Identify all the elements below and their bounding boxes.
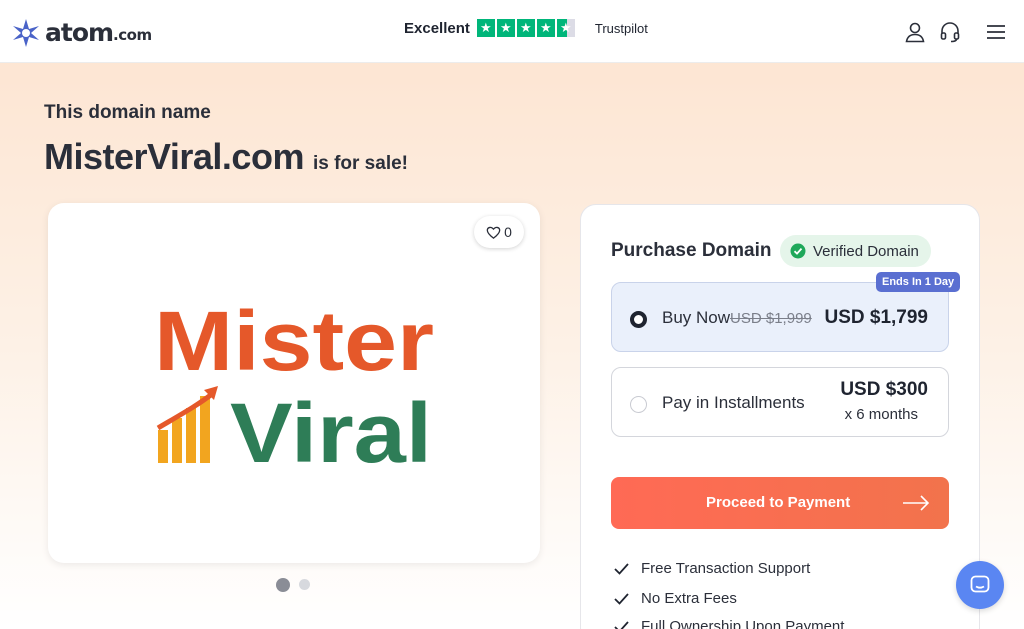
verified-label: Verified Domain <box>813 242 919 260</box>
star-icon: ★ <box>536 19 555 37</box>
trustpilot-brand: Trustpilot <box>594 20 648 36</box>
feature-label: Free Transaction Support <box>641 560 811 577</box>
old-price: USD $1,999 <box>730 310 812 327</box>
mister-viral-logo: Mister Viral <box>154 294 434 470</box>
brand-name: atom <box>45 18 114 47</box>
domain-name: MisterViral.com <box>44 136 304 177</box>
check-icon <box>614 563 629 575</box>
option-label: Buy NowUSD $1,999 <box>662 308 812 328</box>
atom-logo[interactable]: atom .com <box>11 16 152 50</box>
option-buy-now[interactable]: Buy NowUSD $1,999 USD $1,799 <box>611 282 949 352</box>
buy-now-price: USD $1,799 <box>824 307 928 328</box>
installments-label: Pay in Installments <box>662 393 805 412</box>
check-icon <box>614 593 629 605</box>
chat-icon <box>970 575 990 593</box>
half-star-icon: ★ <box>556 19 575 37</box>
proceed-label: Proceed to Payment <box>706 494 851 511</box>
installment-price: USD $300 <box>840 379 928 400</box>
user-icon[interactable] <box>904 21 926 43</box>
brand-tld: .com <box>113 26 152 44</box>
purchase-title: Purchase Domain <box>611 240 772 261</box>
chat-button[interactable] <box>956 561 1004 609</box>
carousel-dot[interactable] <box>299 579 310 590</box>
site-header: atom .com Excellent ★ ★ ★ ★ ★ Trustpilot <box>0 0 1024 63</box>
heart-icon <box>486 226 501 239</box>
like-button[interactable]: 0 <box>474 216 524 248</box>
trust-label: Excellent <box>404 19 470 37</box>
feature-item: No Extra Fees <box>613 590 737 607</box>
arrow-right-icon <box>903 495 930 511</box>
buy-now-label: Buy Now <box>662 308 731 327</box>
star-icon: ★ <box>476 19 495 37</box>
hero-subtitle: This domain name <box>44 102 211 123</box>
radio-selected[interactable] <box>630 311 647 328</box>
rating-stars: ★ ★ ★ ★ ★ <box>476 19 577 37</box>
installment-term: x 6 months <box>844 406 918 423</box>
star-icon: ★ <box>516 19 535 37</box>
star-icon: ★ <box>496 19 515 37</box>
carousel-dots <box>276 578 319 592</box>
feature-label: No Extra Fees <box>641 590 737 607</box>
page-title: MisterViral.com is for sale! <box>44 136 408 178</box>
headset-icon[interactable] <box>939 21 961 43</box>
carousel-dot-active[interactable] <box>276 578 290 592</box>
menu-icon[interactable] <box>985 21 1007 43</box>
like-count: 0 <box>504 224 512 240</box>
option-installments[interactable]: Pay in Installments USD $300 x 6 months <box>611 367 949 437</box>
trustpilot-rating[interactable]: Excellent ★ ★ ★ ★ ★ Trustpilot <box>404 19 648 37</box>
ends-badge: Ends In 1 Day <box>876 272 961 292</box>
proceed-to-payment-button[interactable]: Proceed to Payment <box>611 477 949 529</box>
logo-text-mister: Mister <box>154 294 434 388</box>
check-icon <box>614 621 629 629</box>
feature-label: Full Ownership Upon Payment <box>641 618 845 629</box>
radio-unselected[interactable] <box>630 396 647 413</box>
feature-item: Full Ownership Upon Payment <box>613 618 844 629</box>
atom-star-icon <box>13 19 39 47</box>
verified-badge: Verified Domain <box>780 235 931 267</box>
feature-item: Free Transaction Support <box>613 560 810 577</box>
verified-check-icon <box>790 243 806 259</box>
for-sale-text: is for sale! <box>312 153 408 174</box>
logo-text-viral: Viral <box>230 386 432 470</box>
